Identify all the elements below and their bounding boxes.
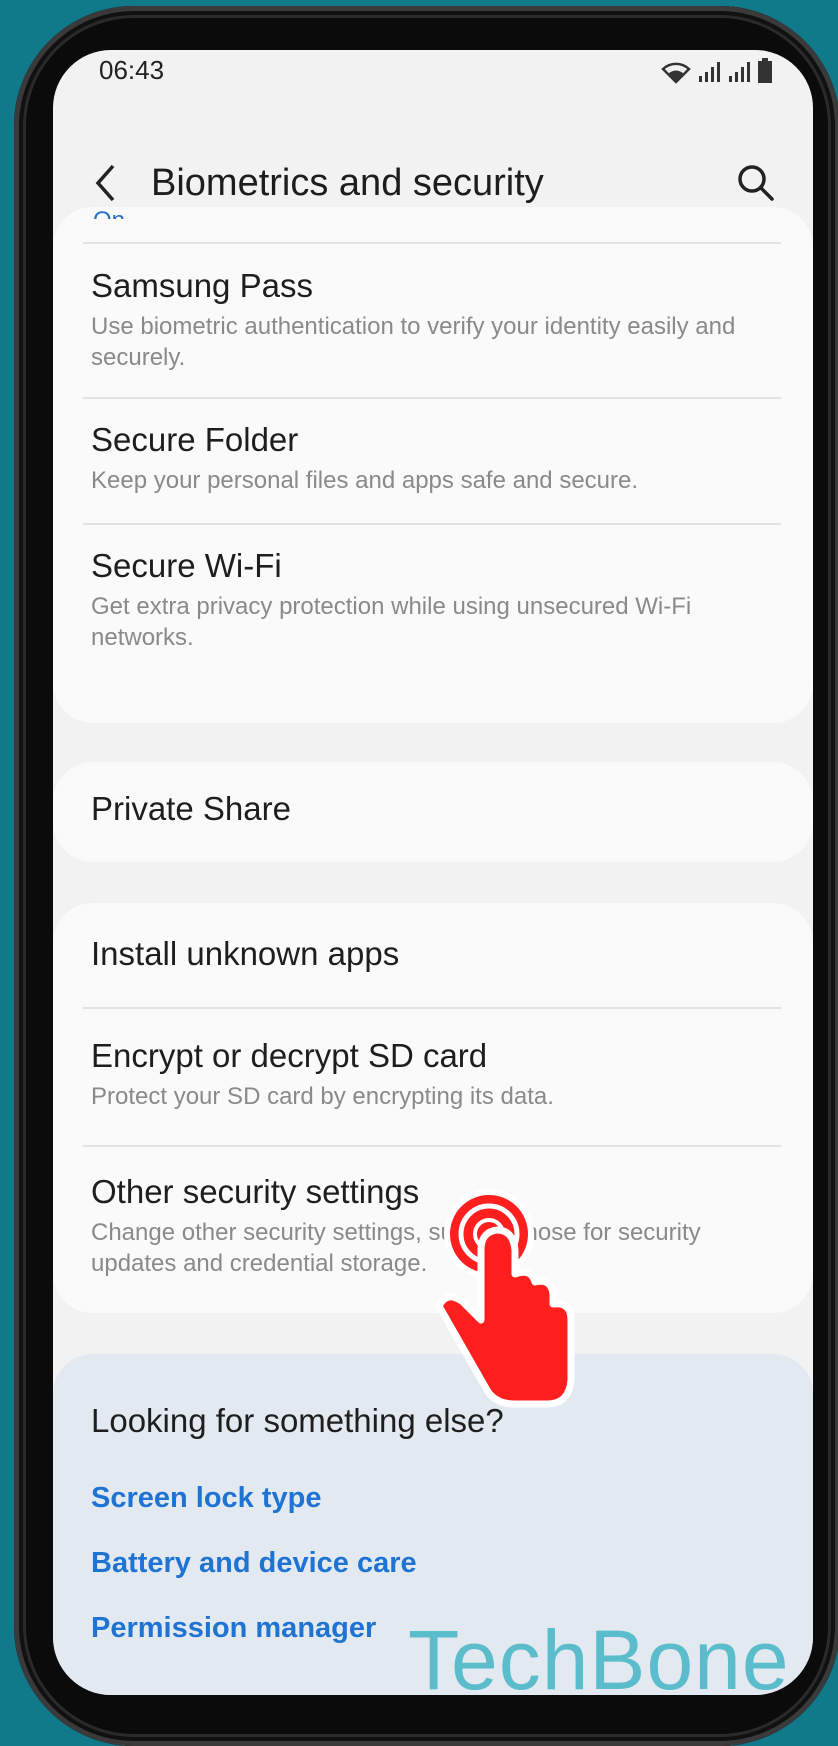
list-item-secure-folder[interactable]: Secure Folder Keep your personal files a…: [53, 399, 813, 523]
link-battery-device-care[interactable]: Battery and device care: [91, 1547, 417, 1580]
list-item-other-security-settings[interactable]: Other security settings Change other sec…: [53, 1147, 813, 1313]
item-title: Secure Wi-Fi: [91, 547, 282, 584]
item-title: Private Share: [91, 790, 291, 827]
tap-hand-icon: [435, 1190, 575, 1408]
item-subtitle: Get extra privacy protection while using…: [91, 593, 692, 651]
phone-screen: 06:43 Biometrics and security Samsung Pa…: [53, 50, 813, 1695]
wifi-icon: [661, 62, 691, 84]
list-item-samsung-pass[interactable]: Samsung Pass Use biometric authenticatio…: [53, 243, 813, 397]
security-options-card: On Samsung Pass Use biometric authentica…: [53, 207, 813, 723]
item-subtitle: Use biometric authentication to verify y…: [91, 313, 736, 371]
list-item-encrypt-sd-card[interactable]: Encrypt or decrypt SD card Protect your …: [53, 1009, 813, 1145]
item-subtitle: Change other security settings, such as …: [91, 1219, 701, 1277]
partial-status-text: On: [93, 197, 125, 219]
signal-icon: [699, 62, 720, 82]
item-title: Other security settings: [91, 1173, 420, 1210]
list-item-install-unknown-apps[interactable]: Install unknown apps: [53, 903, 813, 1007]
status-bar: 06:43: [53, 50, 813, 120]
search-button[interactable]: [731, 158, 781, 208]
status-icons: [661, 58, 773, 84]
item-subtitle: Keep your personal files and apps safe a…: [91, 467, 639, 494]
signal-icon-2: [729, 62, 750, 82]
link-screen-lock-type[interactable]: Screen lock type: [91, 1482, 322, 1515]
link-permission-manager[interactable]: Permission manager: [91, 1612, 376, 1645]
battery-icon: [758, 58, 772, 83]
apps-security-card: Install unknown apps Encrypt or decrypt …: [53, 903, 813, 1313]
private-share-card: Private Share: [53, 762, 813, 862]
item-title: Samsung Pass: [91, 267, 313, 304]
item-title: Secure Folder: [91, 421, 299, 458]
watermark-logo: TechBone: [408, 1613, 790, 1707]
item-subtitle: Protect your SD card by encrypting its d…: [91, 1083, 554, 1110]
list-item-private-share[interactable]: Private Share: [53, 762, 813, 862]
page-title: Biometrics and security: [151, 162, 544, 204]
item-title: Install unknown apps: [91, 935, 400, 972]
search-icon: [738, 165, 774, 201]
status-time: 06:43: [99, 55, 165, 85]
list-item-secure-wifi[interactable]: Secure Wi-Fi Get extra privacy protectio…: [53, 525, 813, 695]
item-title: Encrypt or decrypt SD card: [91, 1037, 488, 1074]
